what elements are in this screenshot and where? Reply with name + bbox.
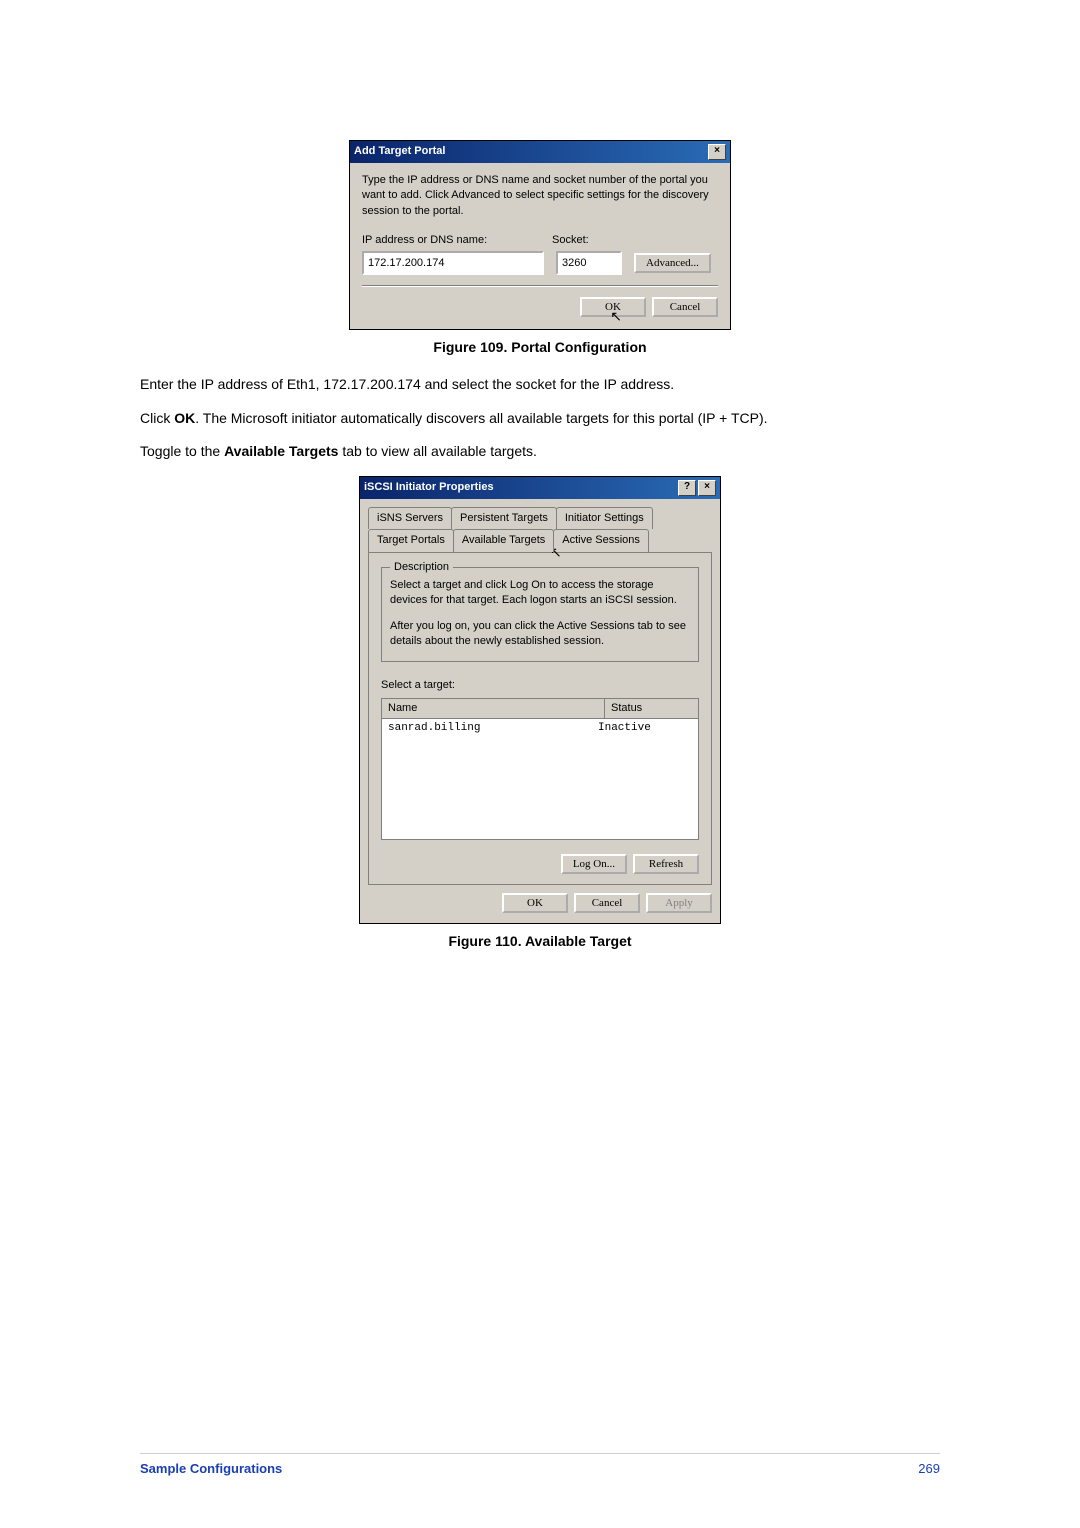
close-icon[interactable]: × <box>698 480 716 496</box>
dialog-title: Add Target Portal <box>354 144 445 159</box>
tabs-row-1: iSNS Servers Persistent Targets Initiato… <box>360 501 720 529</box>
tabs-row-2: Target Portals Available Targets Active … <box>360 529 720 551</box>
footer-page-number: 269 <box>918 1460 940 1478</box>
dialog-titlebar: iSCSI Initiator Properties ? × <box>360 477 720 499</box>
ip-label: IP address or DNS name: <box>362 233 552 248</box>
page-footer: Sample Configurations 269 <box>140 1453 940 1478</box>
log-on-button[interactable]: Log On... <box>561 854 627 874</box>
footer-section: Sample Configurations <box>140 1460 282 1478</box>
tab-isns-servers[interactable]: iSNS Servers <box>368 507 452 529</box>
cursor-icon: ↖ <box>610 307 622 327</box>
help-icon[interactable]: ? <box>678 480 696 496</box>
tab-sheet: Description Select a target and click Lo… <box>368 552 712 885</box>
column-name: Name <box>382 699 605 718</box>
apply-button[interactable]: Apply <box>646 893 712 913</box>
dialog-title: iSCSI Initiator Properties <box>364 480 494 495</box>
ip-address-input[interactable] <box>362 251 544 275</box>
tab-active-sessions[interactable]: Active Sessions <box>553 529 649 551</box>
group-legend: Description <box>390 560 453 575</box>
target-list-header: Name Status <box>381 698 699 719</box>
paragraph-3: Toggle to the Available Targets tab to v… <box>140 442 940 462</box>
cancel-button[interactable]: Cancel <box>574 893 640 913</box>
column-status: Status <box>605 699 698 718</box>
socket-label: Socket: <box>552 233 589 248</box>
description-group: Description Select a target and click Lo… <box>381 567 699 663</box>
figure-109-caption: Figure 109. Portal Configuration <box>140 338 940 358</box>
close-icon[interactable]: × <box>708 144 726 160</box>
cancel-button[interactable]: Cancel <box>652 297 718 317</box>
tab-target-portals[interactable]: Target Portals <box>368 529 454 551</box>
list-item[interactable]: sanrad.billing Inactive <box>382 719 698 738</box>
socket-input[interactable] <box>556 251 622 275</box>
target-status: Inactive <box>598 721 651 736</box>
tab-initiator-settings[interactable]: Initiator Settings <box>556 507 653 529</box>
paragraph-1: Enter the IP address of Eth1, 172.17.200… <box>140 375 940 395</box>
target-name: sanrad.billing <box>388 721 598 736</box>
paragraph-2: Click OK. The Microsoft initiator automa… <box>140 409 940 429</box>
iscsi-properties-dialog: iSCSI Initiator Properties ? × iSNS Serv… <box>359 476 721 924</box>
select-target-label: Select a target: <box>381 678 699 693</box>
figure-110-caption: Figure 110. Available Target <box>140 932 940 952</box>
description-text-2: After you log on, you can click the Acti… <box>390 619 690 650</box>
tab-available-targets[interactable]: Available Targets <box>453 529 554 551</box>
dialog-instruction: Type the IP address or DNS name and sock… <box>362 173 718 219</box>
ok-button[interactable]: OK <box>502 893 568 913</box>
tab-persistent-targets[interactable]: Persistent Targets <box>451 507 557 529</box>
dialog-titlebar: Add Target Portal × <box>350 141 730 163</box>
target-list[interactable]: sanrad.billing Inactive <box>381 719 699 840</box>
add-target-portal-dialog: Add Target Portal × Type the IP address … <box>349 140 731 330</box>
description-text-1: Select a target and click Log On to acce… <box>390 578 690 609</box>
refresh-button[interactable]: Refresh <box>633 854 699 874</box>
advanced-button[interactable]: Advanced... <box>634 253 711 273</box>
